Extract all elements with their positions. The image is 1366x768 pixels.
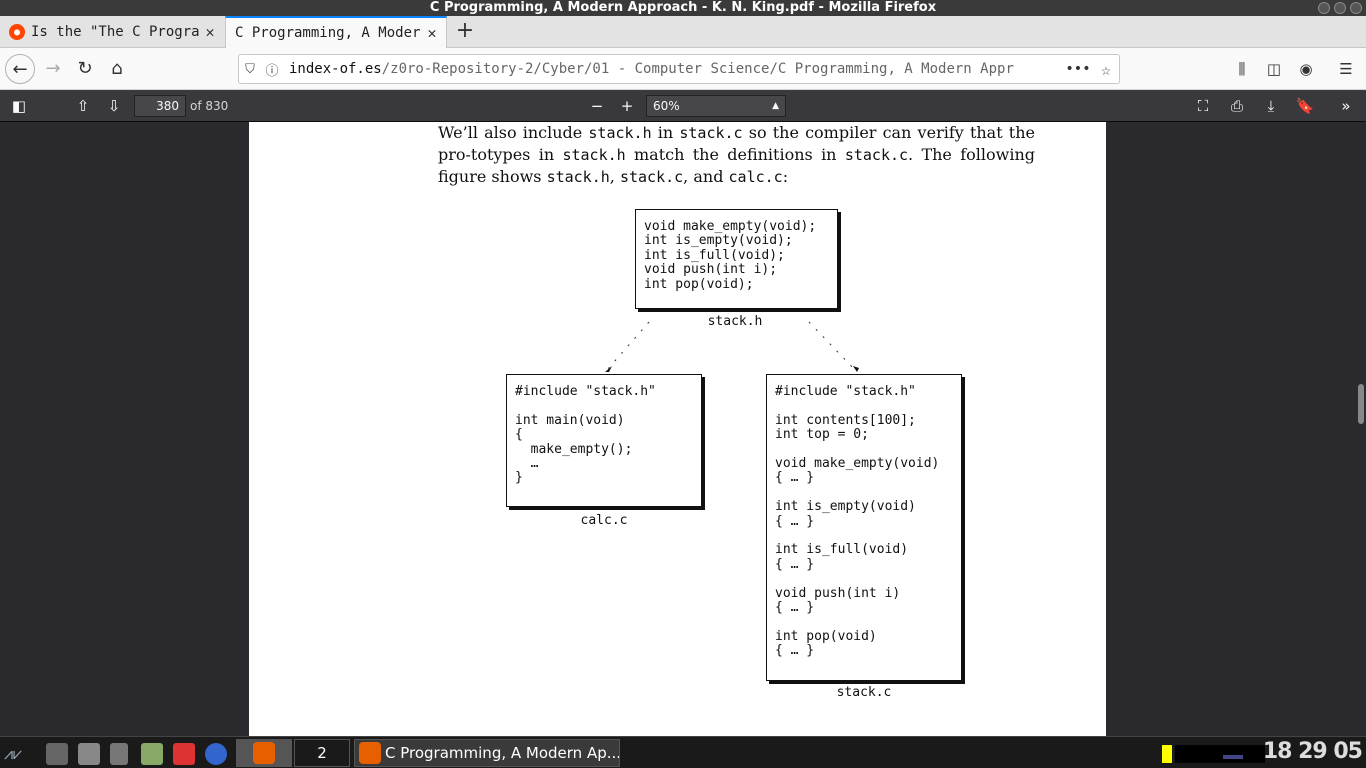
arrow-line-stack — [808, 321, 856, 371]
folder-icon[interactable] — [173, 743, 195, 765]
library-icon[interactable]: ⫼ — [1228, 54, 1256, 84]
tab-label: C Programming, A Moder — [235, 25, 421, 41]
page-number-input[interactable]: 380 — [134, 95, 186, 117]
maximize-button[interactable] — [1334, 2, 1346, 14]
reddit-icon: ● — [9, 24, 25, 40]
navigation-bar: ← → ↻ ⌂ ⛉ ⓘ index-of.es/z0ro-Repository-… — [0, 48, 1366, 90]
next-page-icon[interactable]: ⇩ — [101, 94, 127, 118]
vertical-scrollbar[interactable] — [1358, 384, 1364, 424]
tracking-shield-icon[interactable]: ⛉ — [239, 62, 261, 77]
firefox-icon — [253, 742, 275, 764]
print-icon[interactable]: ⎙ — [1224, 94, 1250, 118]
stack-c-label: stack.c — [836, 685, 892, 700]
task-label: C Programming, A Modern Ap... — [385, 744, 620, 762]
window-title: C Programming, A Modern Approach - K. N.… — [429, 0, 937, 15]
cpu-meter — [1162, 745, 1172, 763]
account-icon[interactable]: ◉ — [1292, 54, 1320, 84]
reload-button[interactable]: ↻ — [70, 54, 100, 84]
arrow-head-stack — [853, 366, 859, 372]
forward-button[interactable]: → — [38, 54, 68, 84]
back-button[interactable]: ← — [5, 54, 35, 84]
previous-page-icon[interactable]: ⇧ — [70, 94, 96, 118]
url-text[interactable]: index-of.es/z0ro-Repository-2/Cyber/01 -… — [289, 61, 1063, 77]
clock: 18 29 05 — [1262, 739, 1363, 764]
workspace-switcher[interactable]: 2 — [294, 739, 350, 767]
select-arrow-icon: ▲ — [772, 101, 779, 111]
window-titlebar: C Programming, A Modern Approach - K. N.… — [0, 0, 1366, 16]
page-actions-button[interactable]: ••• — [1063, 61, 1093, 77]
task-firefox-window[interactable]: C Programming, A Modern Ap... — [354, 739, 620, 767]
tab-reddit[interactable]: ● Is the "The C Progra ✕ — [0, 16, 224, 48]
zoom-select[interactable]: 60% ▲ — [646, 95, 786, 117]
storage-icon[interactable] — [110, 743, 128, 765]
menu-icon[interactable]: ☰ — [1332, 54, 1360, 84]
firefox-launcher[interactable] — [236, 739, 292, 767]
zoom-in-button[interactable]: + — [614, 94, 640, 118]
pdf-page: We’ll also include stack.h in stack.c so… — [249, 122, 1106, 736]
bookmark-star-icon[interactable]: ☆ — [1093, 60, 1119, 79]
monitor-icon[interactable] — [46, 743, 68, 765]
taskbar: ⩘⩗ 2 C Programming, A Modern Ap... 18 29… — [0, 736, 1366, 768]
pdf-toolbar: ◧ ⇧ ⇩ 380 of 830 − + 60% ▲ ⛶ ⎙ ⤓ 🔖 » — [0, 90, 1366, 122]
zoom-out-button[interactable]: − — [584, 94, 610, 118]
stack-h-label: stack.h — [707, 314, 763, 329]
close-tab-icon[interactable]: ✕ — [200, 23, 220, 41]
close-window-button[interactable] — [1350, 2, 1362, 14]
activity-monitor-icon[interactable]: ⩘⩗ — [4, 743, 40, 765]
stack-h-box: void make_empty(void); int is_empty(void… — [635, 209, 838, 309]
minimize-button[interactable] — [1318, 2, 1330, 14]
sidebar-icon[interactable]: ◫ — [1260, 54, 1288, 84]
arrow-line-calc — [606, 321, 650, 371]
download-icon[interactable]: ⤓ — [1258, 94, 1284, 118]
firefox-icon — [359, 742, 381, 764]
pdf-viewer[interactable]: We’ll also include stack.h in stack.c so… — [0, 122, 1366, 736]
files-icon[interactable] — [141, 743, 163, 765]
system-meters — [1175, 745, 1265, 763]
close-tab-icon[interactable]: ✕ — [422, 24, 442, 42]
url-path: /z0ro-Repository-2/Cyber/01 - Computer S… — [381, 61, 1014, 77]
tools-icon[interactable]: » — [1333, 94, 1359, 118]
arrow-head-calc — [605, 366, 612, 372]
new-tab-button[interactable]: + — [452, 16, 478, 48]
tab-pdf[interactable]: C Programming, A Moder ✕ — [225, 16, 447, 48]
home-button[interactable]: ⌂ — [102, 54, 132, 84]
browser-icon[interactable] — [205, 743, 227, 765]
clipboard-icon[interactable] — [78, 743, 100, 765]
url-domain: index-of.es — [289, 61, 382, 77]
bookmark-icon[interactable]: 🔖 — [1292, 94, 1318, 118]
presentation-mode-icon[interactable]: ⛶ — [1190, 94, 1216, 118]
calc-c-label: calc.c — [580, 513, 628, 528]
sidebar-toggle-icon[interactable]: ◧ — [6, 94, 32, 118]
window-controls — [1318, 2, 1362, 14]
stack-c-box: #include "stack.h" int contents[100]; in… — [766, 374, 962, 681]
site-info-icon[interactable]: ⓘ — [261, 60, 283, 79]
page-count: of 830 — [190, 99, 229, 113]
tab-bar: ● Is the "The C Progra ✕ C Programming, … — [0, 16, 1366, 48]
tab-label: Is the "The C Progra — [31, 24, 200, 40]
zoom-value: 60% — [653, 99, 680, 113]
url-bar[interactable]: ⛉ ⓘ index-of.es/z0ro-Repository-2/Cyber/… — [238, 54, 1120, 84]
calc-c-box: #include "stack.h" int main(void) { make… — [506, 374, 702, 507]
